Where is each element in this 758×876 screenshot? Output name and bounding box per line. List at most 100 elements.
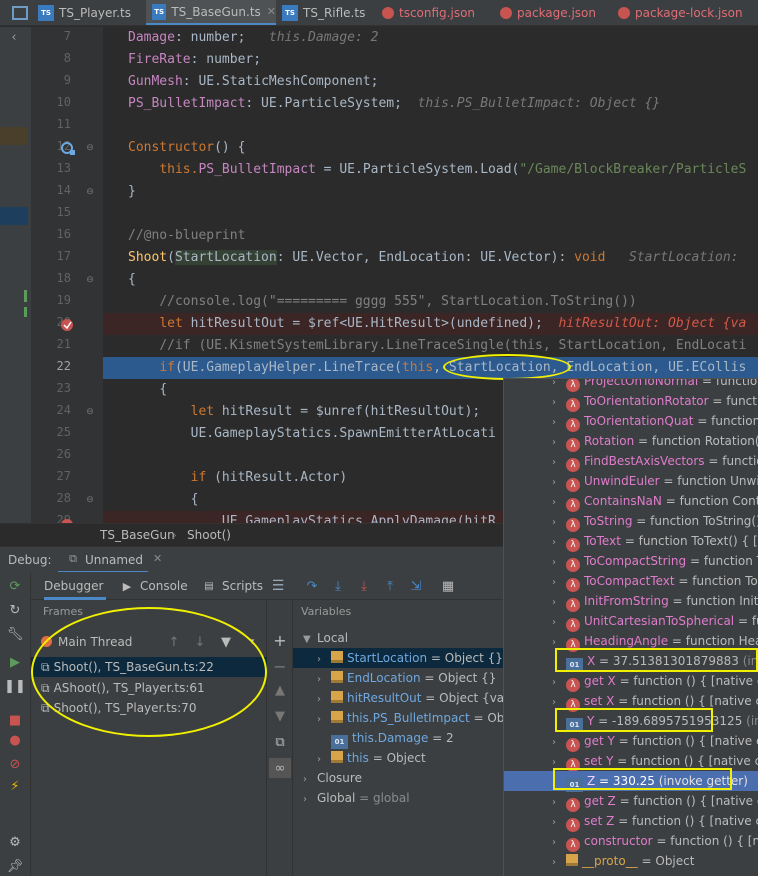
stop-icon[interactable]: ■	[7, 712, 23, 728]
variable-row[interactable]: › EndLocation = Object {}	[317, 668, 496, 688]
variable-group-closure[interactable]: › Closure	[303, 768, 362, 788]
collapse-icon[interactable]: ‹	[4, 29, 24, 45]
run-to-cursor-icon[interactable]: ⇲	[408, 578, 424, 594]
code-line-9: GunMesh: UE.StaticMeshComponent;	[128, 74, 379, 89]
tab-package-lock[interactable]: package-lock.json	[618, 0, 743, 25]
tab-console[interactable]: Console	[140, 572, 188, 600]
popup-row[interactable]: ›λInitFromString = function InitFrom	[552, 591, 758, 612]
view-breakpoints-icon[interactable]: ●	[7, 732, 23, 748]
popup-row[interactable]: ›λToCompactText = function ToCo	[552, 571, 758, 592]
line-number: 28	[56, 491, 71, 505]
function-icon: λ	[566, 578, 580, 592]
popup-row[interactable]: › __proto__ = Object	[552, 851, 694, 871]
popup-row[interactable]: ›λget Z = function () { [native code]	[552, 791, 758, 812]
variable-row[interactable]: › StartLocation = Object {}	[293, 648, 503, 668]
frames-header: Frames	[43, 605, 84, 618]
popup-row[interactable]: ›λset Z = function () { [native code]	[552, 811, 758, 832]
tab-ts-player[interactable]: TS TS_Player.ts	[38, 0, 131, 25]
popup-row[interactable]: ›λUnitCartesianToSpherical = funct	[552, 611, 758, 632]
function-icon: λ	[566, 498, 580, 512]
code-line-13: this.PS_BulletImpact = UE.ParticleSystem…	[159, 162, 747, 177]
popup-row[interactable]: ›λRotation = function Rotation() { [	[552, 431, 758, 452]
line-number: 17	[56, 249, 71, 263]
mute-breakpoints-icon[interactable]: ⊘	[7, 756, 23, 772]
popup-row[interactable]: ›λToText = function ToText() { [nati	[552, 531, 758, 552]
remove-watch-icon[interactable]: −	[272, 657, 288, 676]
pin-icon[interactable]: 📌︎	[7, 858, 24, 874]
step-over-icon[interactable]: ↷	[304, 578, 320, 594]
fold-icon[interactable]: ⊖	[85, 273, 95, 287]
console-icon: ▶	[122, 579, 132, 593]
popup-row[interactable]: ›λUnwindEuler = function UnwindE	[552, 471, 758, 492]
function-icon: λ	[566, 418, 580, 432]
project-panel-icon[interactable]	[12, 6, 28, 20]
pause-icon[interactable]: ❚❚	[4, 678, 26, 694]
function-icon: λ	[566, 398, 580, 412]
change-marker	[24, 290, 27, 302]
breadcrumb-class[interactable]: TS_BaseGun	[100, 528, 175, 542]
fold-icon[interactable]: ⊖	[85, 141, 95, 155]
field-icon	[331, 671, 343, 683]
scripts-icon: ▤	[204, 580, 214, 592]
line-number: 27	[56, 469, 71, 483]
popup-row[interactable]: ›λToOrientationRotator = function	[552, 391, 758, 412]
add-watch-icon[interactable]: +	[272, 631, 288, 650]
variable-group-global[interactable]: › Global = global	[303, 788, 410, 808]
show-watches-icon[interactable]: ∞	[269, 758, 291, 778]
breakpoint-icon[interactable]	[60, 317, 76, 333]
rerun-icon[interactable]: ⟳	[7, 578, 23, 594]
tab-ts-rifle[interactable]: TS TS_Rifle.ts	[282, 0, 365, 25]
settings-wrench-icon[interactable]: 🔧︎	[7, 626, 24, 642]
function-icon: λ	[566, 618, 580, 632]
move-up-icon[interactable]: ▲	[272, 682, 288, 698]
popup-row[interactable]: ›λProjectOnToNormal = function P	[552, 379, 758, 392]
line-number: 26	[56, 447, 71, 461]
step-into-icon[interactable]: ⤓	[330, 578, 346, 594]
line-number: 9	[63, 73, 71, 87]
variables-panel: Variables ▼ Local › StartLocation = Object…	[293, 600, 503, 876]
popup-row[interactable]: ›λToString = function ToString() { [n	[552, 511, 758, 532]
popup-row[interactable]: ›λget Y = function () { [native code]	[552, 731, 758, 752]
highlight-box-z	[553, 768, 732, 790]
gear-icon[interactable]: ⚙	[7, 834, 23, 850]
code-line-21: //if (UE.KismetSystemLibrary.LineTraceSi…	[159, 338, 747, 353]
bookmark-marker	[0, 127, 28, 145]
popup-row[interactable]: ›λget X = function () { [native code]	[552, 671, 758, 692]
variable-row[interactable]: › this = Object	[317, 748, 426, 768]
popup-row[interactable]: ›λFindBestAxisVectors = function F	[552, 451, 758, 472]
menu-icon[interactable]: ☰	[270, 578, 286, 594]
copy-icon[interactable]: ⧉	[272, 734, 288, 750]
value-inspector-popup[interactable]: ›λProjectOnToNormal = function P ›λToOri…	[503, 378, 758, 876]
tab-debug-session[interactable]: ⧉ Unnamed ✕	[58, 547, 162, 573]
lightning-icon[interactable]: ⚡︎	[7, 778, 23, 794]
fold-icon[interactable]: ⊖	[85, 185, 95, 199]
function-icon: λ	[566, 438, 580, 452]
highlight-box-y	[555, 708, 713, 732]
move-down-icon[interactable]: ▼	[272, 708, 288, 724]
close-icon[interactable]: ✕	[153, 552, 162, 565]
restart-icon[interactable]: ↻	[7, 602, 23, 618]
close-icon[interactable]: ✕	[267, 5, 276, 18]
popup-row[interactable]: ›λToCompactString = function ToC	[552, 551, 758, 572]
evaluate-icon[interactable]: ▦	[440, 578, 456, 594]
popup-row[interactable]: ›λContainsNaN = function Contain	[552, 491, 758, 512]
tab-scripts[interactable]: Scripts	[222, 572, 263, 600]
fold-icon[interactable]: ⊖	[85, 493, 95, 507]
fold-icon[interactable]: ⊖	[85, 405, 95, 419]
tab-tsconfig[interactable]: tsconfig.json	[382, 0, 475, 25]
breadcrumb-method[interactable]: Shoot()	[187, 528, 231, 542]
popup-row[interactable]: ›λconstructor = function () { [native	[552, 831, 758, 852]
variable-row[interactable]: 01 this.Damage = 2	[317, 728, 454, 749]
popup-row[interactable]: ›λToOrientationQuat = function To	[552, 411, 758, 432]
step-out-icon[interactable]: ⤒	[382, 578, 398, 594]
debug-session-icon: ⧉	[69, 552, 77, 565]
variable-row[interactable]: ›this.PS_BulletImpact = Object	[317, 708, 503, 728]
resume-icon[interactable]: ▶	[7, 654, 23, 670]
variable-row[interactable]: ›hitResultOut = Object {value	[317, 688, 503, 708]
method-marker-icon[interactable]	[60, 141, 76, 157]
tab-ts-basegun[interactable]: TS TS_BaseGun.ts ✕	[146, 0, 276, 25]
tab-package-json[interactable]: package.json	[500, 0, 596, 25]
tab-debugger[interactable]: Debugger	[44, 572, 106, 600]
variable-group-local[interactable]: ▼ Local	[303, 628, 348, 648]
force-step-into-icon[interactable]: ⤓	[356, 578, 372, 594]
